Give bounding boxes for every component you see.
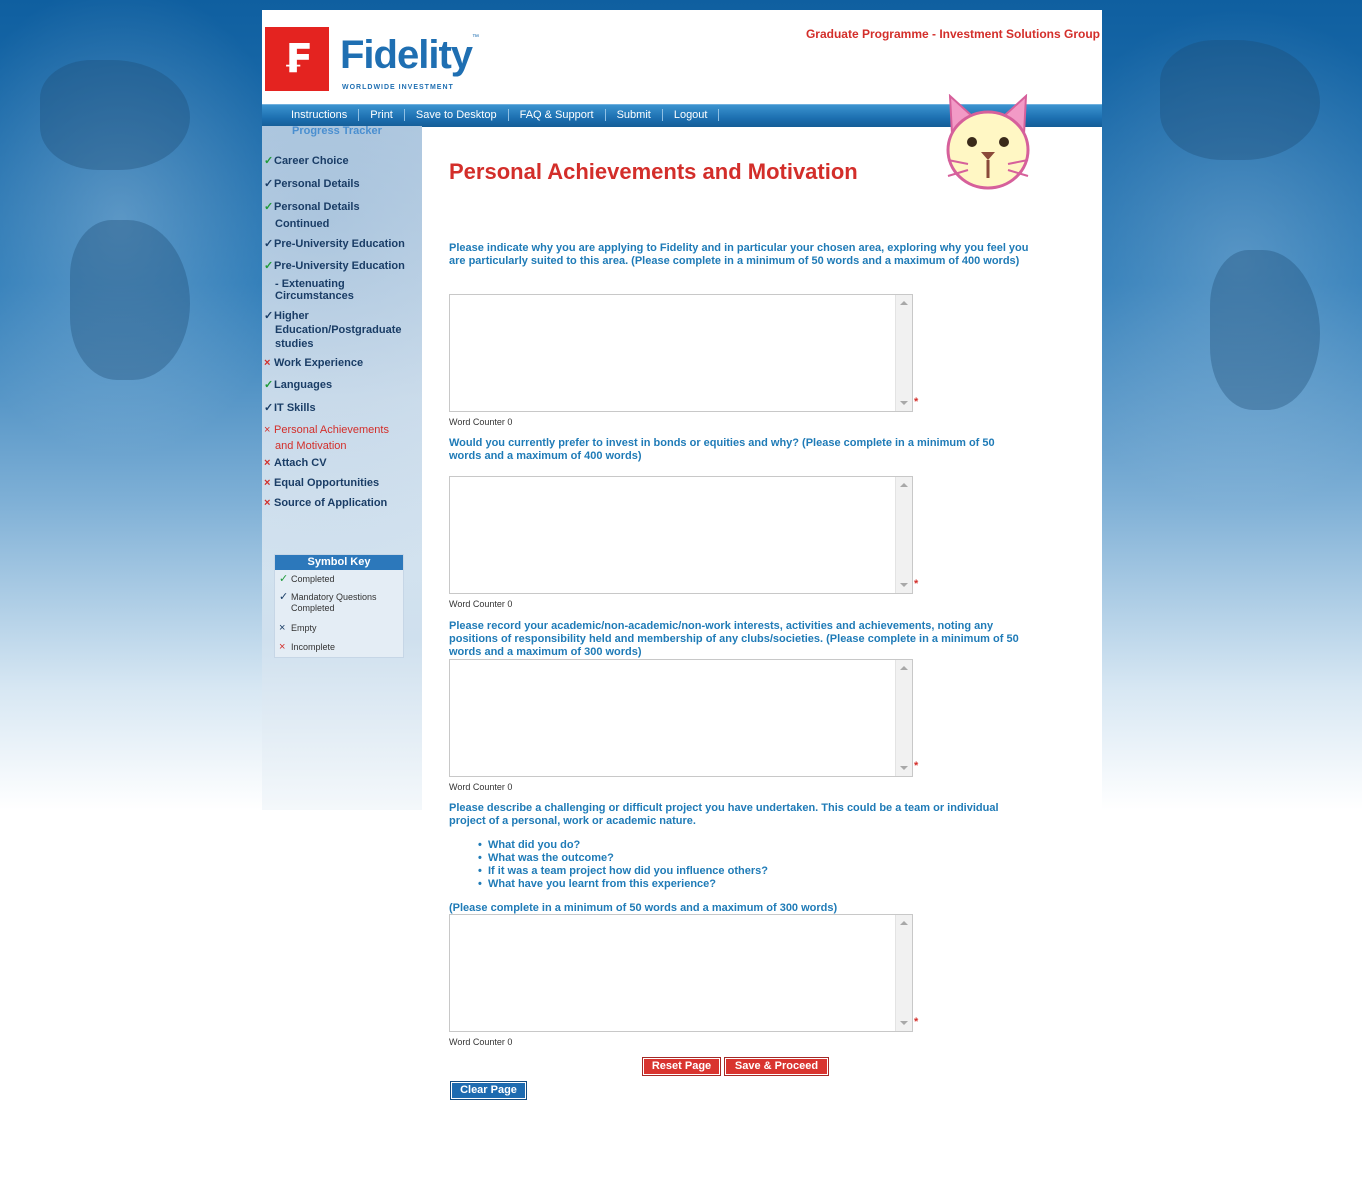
- scroll-up-icon[interactable]: [900, 483, 908, 487]
- symbol-key-title: Symbol Key: [275, 555, 403, 570]
- answer-3-input[interactable]: [450, 660, 896, 776]
- key-row-incomplete: × Incomplete: [279, 641, 336, 653]
- check-icon: ✓: [264, 402, 274, 414]
- cross-icon: ×: [264, 357, 271, 369]
- answer-4-input[interactable]: [450, 915, 896, 1031]
- answer-1-textarea-container: [449, 294, 913, 412]
- check-icon: ✓: [279, 573, 289, 585]
- scroll-down-icon[interactable]: [900, 1021, 908, 1025]
- nav-save-to-desktop[interactable]: Save to Desktop: [405, 109, 508, 121]
- cross-icon: ×: [279, 622, 286, 634]
- question-4-text: Please describe a challenging or difficu…: [449, 802, 999, 827]
- tracker-item-pre-university-education[interactable]: ✓Pre-University Education: [264, 237, 414, 252]
- answer-2-input[interactable]: [450, 477, 896, 593]
- answer-3-textarea-container: [449, 659, 913, 777]
- cat-face-icon: [946, 94, 1030, 190]
- list-item: What was the outcome?: [478, 852, 768, 865]
- save-proceed-button[interactable]: Save & Proceed: [724, 1057, 829, 1076]
- programme-title: Graduate Programme - Investment Solution…: [805, 27, 1100, 41]
- list-item: If it was a team project how did you inf…: [478, 865, 768, 878]
- required-asterisk: *: [914, 760, 919, 772]
- scroll-down-icon[interactable]: [900, 766, 908, 770]
- scroll-down-icon[interactable]: [900, 583, 908, 587]
- scroll-down-icon[interactable]: [900, 401, 908, 405]
- tracker-item-career-choice[interactable]: ✓Career Choice: [264, 154, 414, 169]
- key-row-completed: ✓ Completed: [279, 573, 335, 585]
- fidelity-logo-wordmark: Fidelity: [340, 33, 473, 77]
- scrollbar[interactable]: [895, 477, 912, 593]
- question-4-bullet-list: What did you do? What was the outcome? I…: [478, 839, 768, 891]
- key-row-empty: × Empty: [279, 622, 317, 634]
- tracker-item-personal-achievements[interactable]: × Personal Achievements and Motivation: [264, 422, 414, 454]
- check-icon: ✓: [279, 591, 289, 603]
- list-item: What did you do?: [478, 839, 768, 852]
- question-3-text: Please record your academic/non-academic…: [449, 620, 1019, 658]
- check-icon: ✓: [264, 379, 274, 391]
- nav-instructions[interactable]: Instructions: [280, 109, 358, 121]
- check-icon: ✓: [264, 260, 274, 272]
- key-row-mandatory: ✓ Mandatory Questions Completed: [279, 591, 377, 614]
- tracker-item-source-of-application[interactable]: × Source of Application: [264, 496, 414, 511]
- tracker-item-it-skills[interactable]: ✓IT Skills: [264, 401, 414, 416]
- required-asterisk: *: [914, 1016, 919, 1028]
- check-icon: ✓: [264, 155, 274, 167]
- tracker-item-personal-details-continued[interactable]: ✓Personal Details Continued: [264, 200, 414, 232]
- nav-separator: [718, 109, 720, 121]
- answer-1-input[interactable]: [450, 295, 896, 411]
- cross-icon: ×: [264, 477, 271, 489]
- scrollbar[interactable]: [895, 660, 912, 776]
- question-1-text: Please indicate why you are applying to …: [449, 242, 1029, 267]
- tracker-item-equal-opportunities[interactable]: × Equal Opportunities: [264, 476, 414, 491]
- nav-logout[interactable]: Logout: [663, 109, 719, 121]
- required-asterisk: *: [914, 396, 919, 408]
- trademark-symbol: ™: [472, 34, 479, 41]
- scroll-up-icon[interactable]: [900, 666, 908, 670]
- nav-faq-support[interactable]: FAQ & Support: [509, 109, 605, 121]
- clear-page-button[interactable]: Clear Page: [450, 1081, 527, 1100]
- logo-subtitle: WORLDWIDE INVESTMENT: [342, 84, 454, 91]
- answer-2-textarea-container: [449, 476, 913, 594]
- symbol-key: Symbol Key ✓ Completed ✓ Mandatory Questio…: [274, 554, 404, 658]
- word-counter: Word Counter 0: [449, 417, 513, 427]
- scroll-up-icon[interactable]: [900, 921, 908, 925]
- word-counter: Word Counter 0: [449, 782, 513, 792]
- check-icon: ✓: [264, 238, 274, 250]
- tracker-item-personal-details[interactable]: ✓Personal Details: [264, 177, 414, 192]
- tracker-item-work-experience[interactable]: × Work Experience: [264, 356, 414, 371]
- word-counter: Word Counter 0: [449, 599, 513, 609]
- tracker-item-higher-education[interactable]: ✓Higher Education/Postgraduate studies: [264, 309, 414, 351]
- question-2-text: Would you currently prefer to invest in …: [449, 437, 995, 462]
- reset-page-button[interactable]: Reset Page: [642, 1057, 721, 1076]
- answer-4-textarea-container: [449, 914, 913, 1032]
- list-item: What have you learnt from this experienc…: [478, 878, 768, 891]
- tracker-item-extenuating-circumstances[interactable]: ✓Pre-University Education - Extenuating …: [264, 260, 414, 302]
- tracker-item-languages[interactable]: ✓Languages: [264, 378, 414, 393]
- scrollbar[interactable]: [895, 915, 912, 1031]
- scrollbar[interactable]: [895, 295, 912, 411]
- check-icon: ✓: [264, 178, 274, 190]
- check-icon: ✓: [264, 310, 274, 322]
- word-counter: Word Counter 0: [449, 1037, 513, 1047]
- cross-icon: ×: [264, 497, 271, 509]
- cross-icon: ×: [279, 641, 286, 653]
- nav-submit[interactable]: Submit: [606, 109, 662, 121]
- tracker-item-attach-cv[interactable]: × Attach CV: [264, 456, 414, 471]
- check-icon: ✓: [264, 201, 274, 213]
- fidelity-logo-mark: ₣: [265, 27, 329, 91]
- nav-print[interactable]: Print: [359, 109, 404, 121]
- cross-icon: ×: [264, 424, 271, 436]
- page-title: Personal Achievements and Motivation: [449, 159, 858, 184]
- cross-icon: ×: [264, 457, 271, 469]
- required-asterisk: *: [914, 578, 919, 590]
- scroll-up-icon[interactable]: [900, 301, 908, 305]
- progress-tracker-title: Progress Tracker: [292, 125, 382, 137]
